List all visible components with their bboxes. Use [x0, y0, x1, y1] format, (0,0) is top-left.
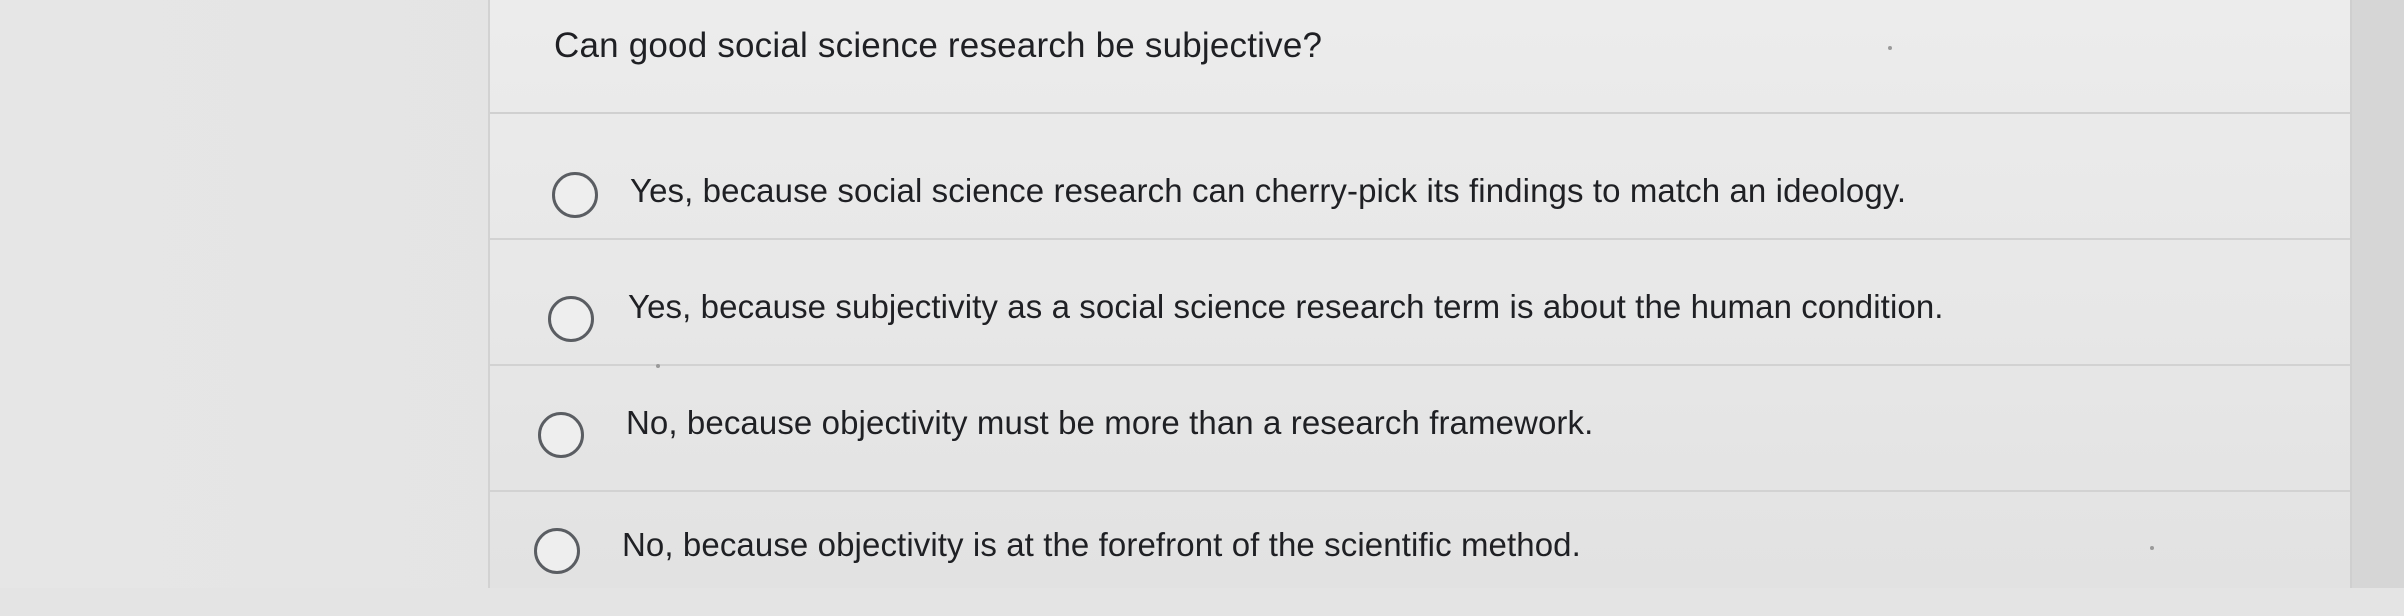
answer-option-1[interactable]: Yes, because social science research can… [490, 114, 2350, 240]
question-header: Can good social science research be subj… [490, 0, 2350, 114]
dust-speck [2150, 546, 2154, 550]
radio-button-icon[interactable] [548, 296, 594, 342]
dust-speck [656, 364, 660, 368]
dust-speck [1888, 46, 1892, 50]
answer-option-label: No, because objectivity must be more tha… [626, 404, 1594, 441]
answer-option-4[interactable]: No, because objectivity is at the forefr… [490, 492, 2350, 616]
answer-option-2[interactable]: Yes, because subjectivity as a social sc… [490, 240, 2350, 366]
question-text: Can good social science research be subj… [554, 26, 1323, 65]
radio-button-icon[interactable] [538, 412, 584, 458]
radio-button-icon[interactable] [534, 528, 580, 574]
answer-option-label: Yes, because subjectivity as a social sc… [628, 288, 1944, 325]
answer-option-label: No, because objectivity is at the forefr… [622, 526, 1581, 563]
quiz-question-card: Can good social science research be subj… [488, 0, 2352, 588]
answer-option-label: Yes, because social science research can… [630, 172, 1907, 209]
radio-button-icon[interactable] [552, 172, 598, 218]
answer-option-3[interactable]: No, because objectivity must be more tha… [490, 366, 2350, 492]
